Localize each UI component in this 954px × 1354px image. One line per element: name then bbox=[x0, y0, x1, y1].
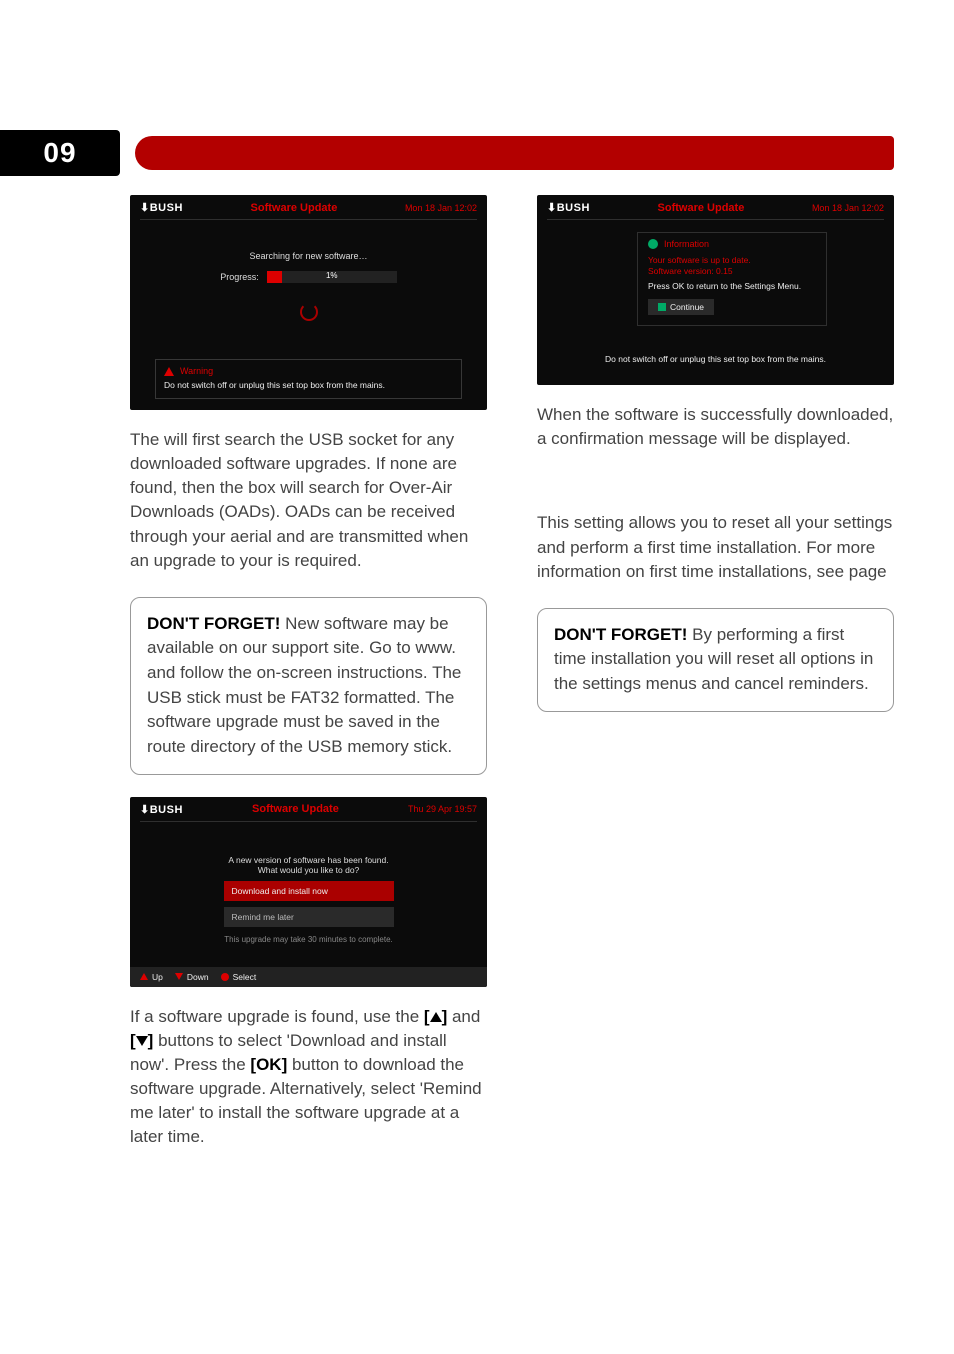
header-red-bar bbox=[135, 136, 894, 170]
info-title: Information bbox=[664, 239, 709, 249]
progress-value: 1% bbox=[326, 271, 338, 280]
screenshot-search-software: ⬇BUSH Software Update Mon 18 Jan 12:02 S… bbox=[130, 195, 487, 410]
footer-select: Select bbox=[233, 972, 257, 982]
up-arrow-icon bbox=[430, 1012, 442, 1022]
up-icon bbox=[140, 973, 148, 980]
found-line2: What would you like to do? bbox=[160, 865, 457, 875]
left-column: ⬇BUSH Software Update Mon 18 Jan 12:02 S… bbox=[130, 195, 487, 1294]
shot-title: Software Update bbox=[590, 202, 812, 214]
callout-lead: DON'T FORGET! bbox=[147, 614, 280, 633]
upgrade-note: This upgrade may take 30 minutes to comp… bbox=[160, 935, 457, 944]
progress-label: Progress: bbox=[220, 272, 259, 282]
ok-icon bbox=[658, 303, 666, 311]
shot-logo: ⬇BUSH bbox=[140, 803, 183, 816]
found-line1: A new version of software has been found… bbox=[160, 855, 457, 865]
down-arrow-icon bbox=[136, 1036, 148, 1046]
para-download-confirm: When the software is successfully downlo… bbox=[537, 403, 894, 451]
info-msg2: Press OK to return to the Settings Menu. bbox=[648, 281, 816, 291]
para-first-install: This setting allows you to reset all you… bbox=[537, 511, 894, 583]
spinner-icon bbox=[300, 303, 318, 321]
info-msg1: Your software is up to date.Software ver… bbox=[648, 255, 816, 277]
select-icon bbox=[221, 973, 229, 981]
screenshot-upgrade-found: ⬇BUSH Software Update Thu 29 Apr 19:57 A… bbox=[130, 797, 487, 987]
footer-warning: Do not switch off or unplug this set top… bbox=[537, 354, 894, 364]
shot-timestamp: Mon 18 Jan 12:02 bbox=[812, 203, 884, 213]
down-icon bbox=[175, 973, 183, 980]
heading-first-install bbox=[537, 469, 894, 493]
right-column: ⬇BUSH Software Update Mon 18 Jan 12:02 I… bbox=[537, 195, 894, 1294]
warning-message: Do not switch off or unplug this set top… bbox=[164, 380, 453, 390]
info-box: Information Your software is up to date.… bbox=[637, 232, 827, 326]
ok-button-ref: [OK] bbox=[250, 1055, 287, 1074]
progress-bar: 1% bbox=[267, 271, 397, 283]
shot-title: Software Update bbox=[183, 202, 405, 214]
callout-dont-forget-reset: DON'T FORGET! By performing a first time… bbox=[537, 608, 894, 712]
continue-button: Continue bbox=[648, 299, 714, 315]
option-remind-later: Remind me later bbox=[224, 907, 394, 927]
shot-logo: ⬇BUSH bbox=[140, 201, 183, 214]
para-upgrade-instructions: If a software upgrade is found, use the … bbox=[130, 1005, 487, 1150]
footer-down: Down bbox=[187, 972, 209, 982]
chapter-badge: 09 bbox=[0, 130, 120, 176]
warning-title: Warning bbox=[180, 366, 213, 376]
screenshot-update-confirmed: ⬇BUSH Software Update Mon 18 Jan 12:02 I… bbox=[537, 195, 894, 385]
para-search-usb: The will first search the USB socket for… bbox=[130, 428, 487, 573]
callout-dont-forget-software: DON'T FORGET! New software may be availa… bbox=[130, 597, 487, 775]
callout-lead: DON'T FORGET! bbox=[554, 625, 687, 644]
info-icon bbox=[648, 239, 658, 249]
warning-box: Warning Do not switch off or unplug this… bbox=[155, 359, 462, 399]
shot-timestamp: Thu 29 Apr 19:57 bbox=[408, 804, 477, 814]
footer-up: Up bbox=[152, 972, 163, 982]
shot-title: Software Update bbox=[183, 803, 408, 815]
warning-icon bbox=[164, 367, 174, 376]
option-download-now: Download and install now bbox=[224, 881, 394, 901]
searching-text: Searching for new software… bbox=[160, 251, 457, 261]
shot-timestamp: Mon 18 Jan 12:02 bbox=[405, 203, 477, 213]
shot-logo: ⬇BUSH bbox=[547, 201, 590, 214]
